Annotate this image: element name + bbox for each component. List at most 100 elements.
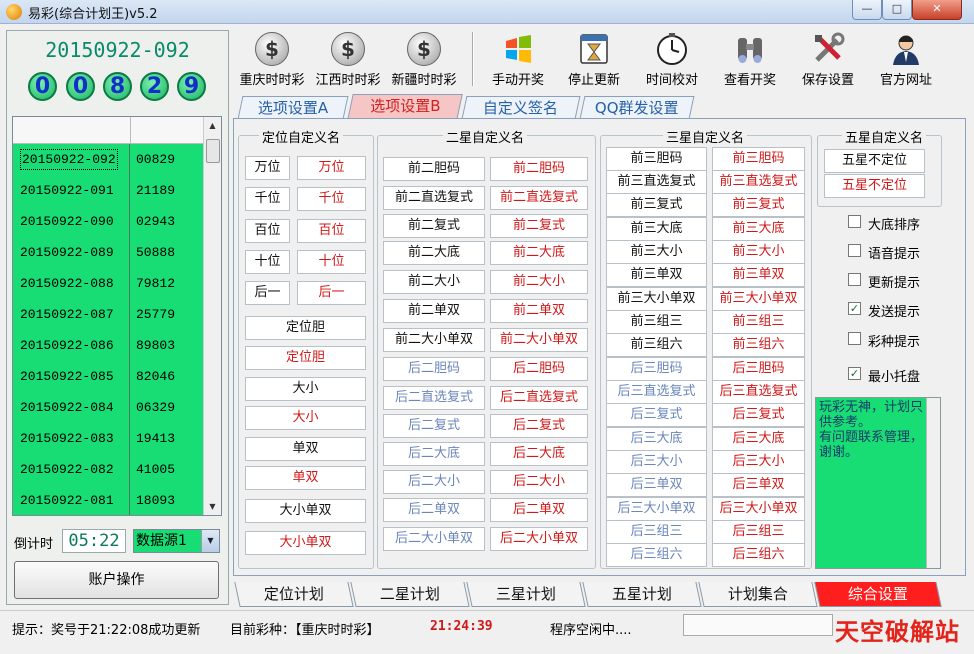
list-item[interactable]: 20150922-091 21189 <box>13 175 205 207</box>
notice-textarea[interactable]: 玩彩无神，计划只供参考。 有问题联系管理，谢谢。 <box>815 397 941 569</box>
account-button[interactable]: 账户操作 <box>14 561 219 599</box>
checkbox-icon[interactable]: ✓ <box>848 367 861 380</box>
two-star-field[interactable]: 前二大小 <box>490 270 588 294</box>
toolbar-button[interactable]: 时间校对 <box>640 30 704 88</box>
list-item[interactable]: 20150922-082 41005 <box>13 454 205 486</box>
three-star-field[interactable]: 前三大小单双 <box>712 287 805 311</box>
position-field[interactable]: 千位 <box>297 187 366 211</box>
toolbar-button[interactable]: $ 新疆时时彩 <box>388 30 460 88</box>
custom-name-field[interactable]: 定位胆 <box>245 346 366 370</box>
tab-position-plan[interactable]: 定位计划 <box>234 582 354 607</box>
tab-two-star-plan[interactable]: 二星计划 <box>350 582 470 607</box>
tab-general-settings[interactable]: 综合设置 <box>814 582 942 607</box>
three-star-field[interactable]: 前三大小 <box>712 240 805 264</box>
position-field[interactable]: 十位 <box>297 250 366 274</box>
two-star-field[interactable]: 后二大小单双 <box>490 527 588 551</box>
checkbox-icon[interactable] <box>848 273 861 286</box>
two-star-field[interactable]: 前二胆码 <box>490 157 588 181</box>
three-star-field[interactable]: 后三直选复式 <box>712 380 805 404</box>
list-item[interactable]: 20150922-084 06329 <box>13 392 205 424</box>
three-star-field[interactable]: 前三组三 <box>712 310 805 334</box>
scroll-thumb[interactable] <box>206 139 220 163</box>
history-list[interactable]: 20150922-092 00829 20150922-091 21189 201509… <box>12 116 222 516</box>
checkbox-icon[interactable]: ✓ <box>848 302 861 315</box>
tab-five-star-plan[interactable]: 五星计划 <box>582 582 702 607</box>
tab-custom-signature[interactable]: 自定义签名 <box>461 96 581 119</box>
minimize-button[interactable]: — <box>852 0 882 20</box>
list-item[interactable]: 20150922-089 50888 <box>13 237 205 269</box>
tab-options-b[interactable]: 选项设置B <box>347 94 463 120</box>
checkbox-icon[interactable] <box>848 244 861 257</box>
checkbox-icon[interactable] <box>848 215 861 228</box>
three-star-field[interactable]: 后三复式 <box>712 403 805 427</box>
two-star-label: 后二大小单双 <box>383 527 485 551</box>
three-star-field[interactable]: 后三大底 <box>712 427 805 451</box>
two-star-field[interactable]: 前二大底 <box>490 241 588 265</box>
two-star-field[interactable]: 前二大小单双 <box>490 328 588 352</box>
three-star-field[interactable]: 后三单双 <box>712 473 805 497</box>
three-star-field[interactable]: 前三大底 <box>712 217 805 241</box>
toolbar-button[interactable]: $ 江西时时彩 <box>312 30 384 88</box>
list-item[interactable]: 20150922-086 89803 <box>13 330 205 362</box>
position-field[interactable]: 万位 <box>297 156 366 180</box>
three-star-field[interactable]: 前三单双 <box>712 263 805 287</box>
two-star-field[interactable]: 后二复式 <box>490 414 588 438</box>
three-star-field[interactable]: 前三复式 <box>712 193 805 217</box>
scroll-up-icon[interactable]: ▲ <box>204 117 221 134</box>
two-star-field[interactable]: 后二胆码 <box>490 357 588 381</box>
three-star-field[interactable]: 后三大小 <box>712 450 805 474</box>
list-item[interactable]: 20150922-081 18093 <box>13 485 205 515</box>
tab-plan-collection[interactable]: 计划集合 <box>698 582 818 607</box>
datasource-select[interactable]: 数据源1 ▼ <box>133 529 220 553</box>
position-field[interactable]: 后一 <box>297 281 366 305</box>
list-item[interactable]: 20150922-092 00829 <box>13 144 205 176</box>
two-star-field[interactable]: 后二直选复式 <box>490 386 588 410</box>
checkbox-label: 发送提示 <box>868 305 921 320</box>
toolbar-button[interactable]: 官方网址 <box>874 30 938 88</box>
three-star-field[interactable]: 后三大小单双 <box>712 497 805 521</box>
list-item[interactable]: 20150922-083 19413 <box>13 423 205 455</box>
checkbox-icon[interactable] <box>848 332 861 345</box>
result-ball: 8 <box>103 72 132 101</box>
list-item-number: 89803 <box>136 338 176 353</box>
coin-icon: $ <box>388 32 460 66</box>
toolbar-button[interactable]: 保存设置 <box>796 30 860 88</box>
tab-qq-group[interactable]: QQ群发设置 <box>579 96 695 119</box>
two-star-field[interactable]: 前二单双 <box>490 299 588 323</box>
two-star-field[interactable]: 后二单双 <box>490 498 588 522</box>
maximize-button[interactable]: □ <box>882 0 912 20</box>
three-star-field[interactable]: 前三胆码 <box>712 147 805 171</box>
two-star-label: 前二大小 <box>383 270 485 294</box>
three-star-field[interactable]: 后三组六 <box>712 543 805 567</box>
position-field[interactable]: 百位 <box>297 219 366 243</box>
tab-three-star-plan[interactable]: 三星计划 <box>466 582 586 607</box>
five-star-field[interactable]: 五星不定位 <box>824 174 925 198</box>
checkbox-label: 彩种提示 <box>868 335 921 350</box>
three-star-label: 前三大底 <box>606 217 707 241</box>
list-item[interactable]: 20150922-087 25779 <box>13 299 205 331</box>
toolbar-button[interactable]: $ 重庆时时彩 <box>236 30 308 88</box>
two-star-field[interactable]: 后二大小 <box>490 470 588 494</box>
three-star-field[interactable]: 前三组六 <box>712 333 805 357</box>
scroll-down-icon[interactable]: ▼ <box>204 498 221 515</box>
custom-name-field[interactable]: 大小单双 <box>245 531 366 555</box>
close-button[interactable]: ✕ <box>912 0 962 20</box>
tab-options-a[interactable]: 选项设置A <box>237 96 349 119</box>
three-star-field[interactable]: 后三组三 <box>712 520 805 544</box>
two-star-field[interactable]: 前二复式 <box>490 214 588 238</box>
two-star-field[interactable]: 后二大底 <box>490 442 588 466</box>
list-item[interactable]: 20150922-090 02943 <box>13 206 205 238</box>
chevron-down-icon[interactable]: ▼ <box>201 530 219 552</box>
two-star-field[interactable]: 前二直选复式 <box>490 186 588 210</box>
list-item[interactable]: 20150922-085 82046 <box>13 361 205 393</box>
toolbar-button[interactable]: 查看开奖 <box>718 30 782 88</box>
three-star-field[interactable]: 后三胆码 <box>712 357 805 381</box>
notice-scrollbar[interactable] <box>926 398 940 568</box>
three-star-field[interactable]: 前三直选复式 <box>712 170 805 194</box>
toolbar-button[interactable]: 手动开奖 <box>486 30 550 88</box>
list-item[interactable]: 20150922-088 79812 <box>13 268 205 300</box>
custom-name-field[interactable]: 大小 <box>245 406 366 430</box>
list-scrollbar[interactable]: ▲ ▼ <box>203 117 221 515</box>
toolbar-button[interactable]: 停止更新 <box>562 30 626 88</box>
custom-name-field[interactable]: 单双 <box>245 466 366 490</box>
